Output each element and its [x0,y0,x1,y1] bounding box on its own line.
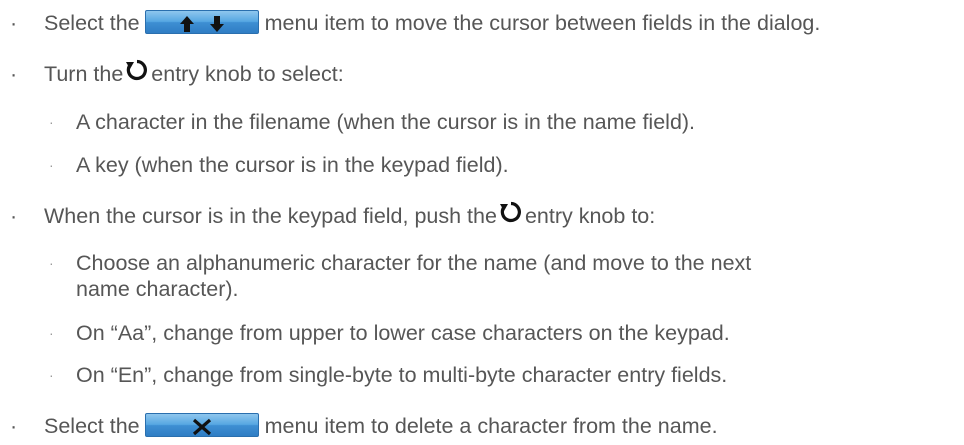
sub-item-key: A key (when the cursor is in the keypad … [76,153,509,177]
text-fragment: menu item to delete a character from the… [264,414,718,438]
delete-x-menu-button-icon [144,413,259,438]
sub-item-alphanumeric-cont: name character). [76,277,239,301]
instruction-delete-char: Select the menu item to delete a characte… [44,413,718,439]
bullet-marker: · [10,204,18,228]
sub-item-alphanumeric: Choose an alphanumeric character for the… [76,251,752,275]
sub-bullet-marker: · [49,367,54,383]
entry-knob-icon [499,201,523,229]
sub-item-case: On “Aa”, change from upper to lower case… [76,321,730,345]
instruction-push-knob: When the cursor is in the keypad field, … [44,201,656,231]
bullet-marker: · [10,414,18,438]
text-fragment: menu item to move the cursor between fie… [264,11,821,35]
sub-bullet-marker: · [49,325,54,341]
sub-bullet-marker: · [49,114,54,130]
bullet-marker: · [10,62,18,86]
sub-item-character: A character in the filename (when the cu… [76,110,696,134]
text-fragment: Select the [44,11,140,35]
text-fragment: entry knob to select: [151,62,344,86]
instruction-move-cursor: Select the menu item to move the cursor b… [44,10,820,36]
entry-knob-icon [125,59,149,87]
instruction-turn-knob: Turn the entry knob to select: [44,59,344,89]
text-fragment: When the cursor is in the keypad field, … [44,204,497,228]
text-fragment: entry knob to: [524,204,656,228]
up-down-arrows-menu-button-icon [144,10,259,35]
sub-item-byte: On “En”, change from single-byte to mult… [76,363,728,387]
text-fragment: Turn the [44,62,124,86]
sub-bullet-marker: · [49,157,54,173]
bullet-marker: · [10,11,18,35]
sub-bullet-marker: · [49,255,54,271]
text-fragment: Select the [44,414,140,438]
